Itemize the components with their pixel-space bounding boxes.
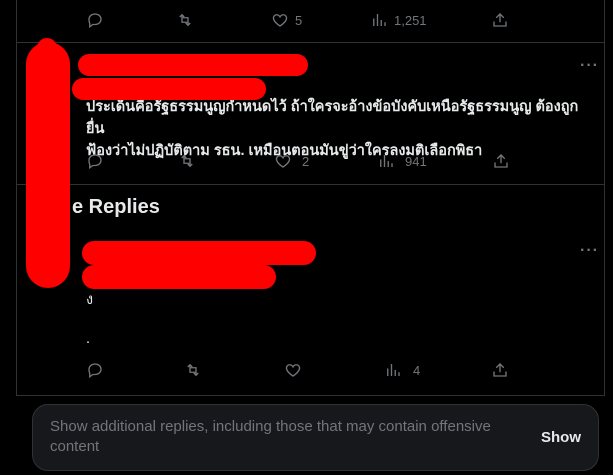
heart-icon — [272, 14, 288, 27]
divider — [16, 184, 604, 185]
redaction-mark — [37, 38, 57, 72]
redaction-mark-handle — [72, 78, 266, 100]
views-button[interactable]: 941 — [377, 149, 427, 173]
share-icon — [494, 154, 508, 168]
redaction-mark-name — [82, 241, 316, 265]
show-additional-replies[interactable]: Show additional replies, including those… — [32, 404, 599, 471]
share-icon — [493, 363, 507, 377]
redaction-mark-avatar — [26, 42, 70, 288]
reply-icon — [88, 154, 102, 170]
reply-button[interactable] — [86, 358, 110, 382]
more-options-icon[interactable]: ··· — [580, 242, 599, 260]
like-button[interactable] — [284, 358, 308, 382]
tweet-actions-top: 5 1,251 — [0, 8, 613, 32]
thread-border-right — [604, 0, 605, 396]
heart-icon — [275, 155, 291, 168]
like-count: 2 — [302, 153, 310, 169]
views-count: 1,251 — [394, 12, 427, 28]
divider — [16, 42, 604, 43]
more-options-icon[interactable]: ··· — [580, 57, 599, 75]
retweet-icon — [187, 363, 199, 377]
divider — [16, 395, 604, 396]
redaction-mark-handle — [82, 265, 276, 289]
share-button[interactable] — [491, 8, 509, 32]
tweet-text-line: . — [86, 331, 91, 347]
show-additional-replies-text: Show additional replies, including those… — [50, 418, 491, 455]
heart-icon — [285, 364, 301, 377]
tweet-actions: 2 941 — [0, 149, 613, 173]
like-count: 5 — [295, 12, 303, 28]
reply-icon — [88, 13, 102, 29]
reply-button[interactable] — [86, 8, 110, 32]
tweet-text-line: ง — [86, 292, 94, 308]
share-button[interactable] — [491, 358, 509, 382]
retweet-button[interactable] — [176, 8, 200, 32]
section-title: e Replies — [72, 196, 160, 218]
views-icon — [380, 155, 393, 167]
like-button[interactable]: 5 — [271, 8, 302, 32]
views-icon — [387, 364, 400, 376]
views-count: 941 — [405, 153, 427, 169]
tweet-actions: 4 — [0, 358, 613, 382]
show-button[interactable]: Show — [541, 429, 581, 446]
views-button[interactable]: 1,251 — [370, 8, 427, 32]
share-icon — [493, 13, 507, 27]
redaction-mark-name — [78, 54, 308, 76]
retweet-icon — [181, 154, 193, 168]
share-button[interactable] — [492, 149, 510, 173]
views-icon — [373, 14, 386, 26]
reply-button[interactable] — [86, 149, 110, 173]
views-count: 4 — [413, 362, 421, 378]
retweet-button[interactable] — [184, 358, 208, 382]
like-button[interactable]: 2 — [274, 149, 309, 173]
thread-border-left — [16, 0, 17, 396]
retweet-icon — [179, 13, 191, 27]
reply-icon — [88, 363, 102, 379]
retweet-button[interactable] — [178, 149, 202, 173]
views-button[interactable]: 4 — [384, 358, 420, 382]
